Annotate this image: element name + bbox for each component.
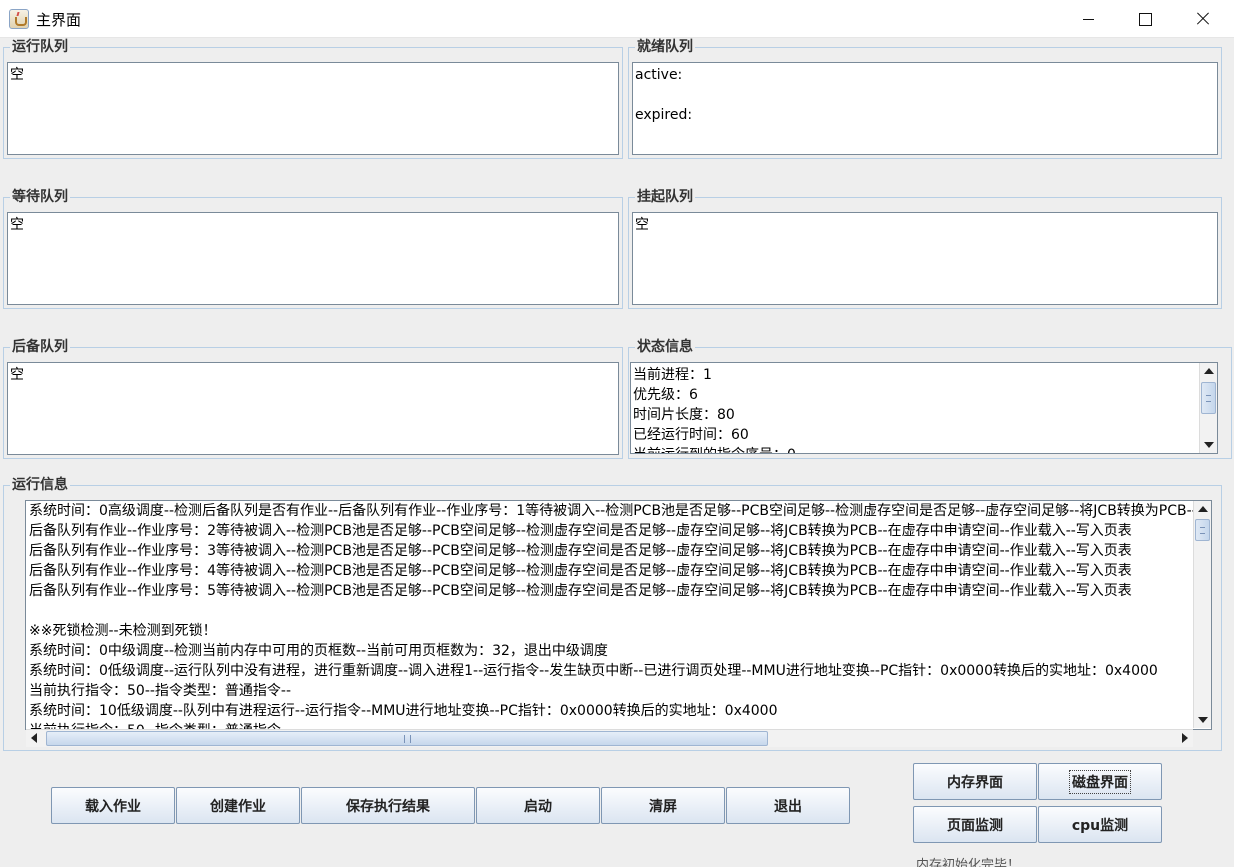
waiting-queue-textarea[interactable]: 空 — [7, 212, 619, 305]
run-info-vertical-scrollbar[interactable] — [1193, 501, 1211, 728]
suspended-queue-title: 挂起队列 — [635, 189, 695, 205]
disk-view-label: 磁盘界面 — [1069, 769, 1131, 794]
run-info-line: 后备队列有作业--作业序号：3等待被调入--检测PCB池是否足够--PCB空间足… — [29, 543, 1132, 559]
run-info-horizontal-scrollbar[interactable] — [26, 729, 1193, 747]
backup-queue-content: 空 — [10, 367, 24, 383]
java-cup-icon — [9, 9, 29, 29]
ready-queue-textarea[interactable]: active: expired: — [632, 62, 1218, 155]
page-monitor-label: 页面监测 — [947, 817, 1003, 834]
backup-queue-title: 后备队列 — [10, 339, 70, 355]
save-result-label: 保存执行结果 — [346, 798, 430, 815]
close-icon[interactable] — [1175, 0, 1233, 38]
running-queue-title: 运行队列 — [10, 39, 70, 55]
horizontal-scroll-thumb[interactable] — [46, 731, 768, 746]
run-info-line: 系统时间：10低级调度--队列中有进程运行--运行指令--MMU进行地址变换--… — [29, 703, 778, 719]
run-info-line: 后备队列有作业--作业序号：5等待被调入--检测PCB池是否足够--PCB空间足… — [29, 583, 1132, 599]
start-button[interactable]: 启动 — [476, 787, 600, 824]
ready-queue-line: expired: — [635, 107, 693, 123]
waiting-queue-title: 等待队列 — [10, 189, 70, 205]
run-info-line: 当前执行指令：50--指令类型：普通指令-- — [29, 683, 292, 699]
ready-queue-title: 就绪队列 — [635, 39, 695, 55]
scroll-up-icon[interactable] — [1194, 501, 1211, 517]
scroll-down-icon[interactable] — [1200, 437, 1217, 453]
cpu-monitor-label: cpu监测 — [1071, 817, 1129, 834]
scroll-right-icon[interactable] — [1175, 730, 1193, 747]
running-queue-content: 空 — [10, 67, 24, 83]
cpu-monitor-button[interactable]: cpu监测 — [1038, 806, 1162, 843]
scroll-thumb[interactable] — [1195, 519, 1210, 541]
run-info-line: 系统时间：0低级调度--运行队列中没有进程，进行重新调度--调入进程1--运行指… — [29, 663, 1158, 679]
title-bar: 主界面 — [0, 0, 1234, 38]
run-info-textarea[interactable]: 系统时间：0高级调度--检测后备队列是否有作业--后备队列有作业--作业序号：1… — [25, 500, 1212, 730]
run-info-line: ※※死锁检测--未检测到死锁！ — [29, 623, 217, 639]
run-info-line: 后备队列有作业--作业序号：4等待被调入--检测PCB池是否足够--PCB空间足… — [29, 563, 1132, 579]
load-job-label: 载入作业 — [85, 798, 141, 815]
maximize-icon[interactable] — [1116, 0, 1174, 38]
create-job-label: 创建作业 — [210, 798, 266, 815]
window-title: 主界面 — [36, 11, 82, 29]
create-job-button[interactable]: 创建作业 — [176, 787, 300, 824]
status-info-title: 状态信息 — [635, 339, 695, 355]
running-queue-textarea[interactable]: 空 — [7, 62, 619, 155]
clipped-status-text: 内存初始化完毕！ — [916, 858, 1021, 867]
scroll-left-icon[interactable] — [26, 730, 44, 747]
waiting-queue-content: 空 — [10, 217, 24, 233]
run-info-line: 后备队列有作业--作业序号：2等待被调入--检测PCB池是否足够--PCB空间足… — [29, 523, 1132, 539]
suspended-queue-textarea[interactable]: 空 — [632, 212, 1218, 305]
page-monitor-button[interactable]: 页面监测 — [913, 806, 1037, 843]
exit-label: 退出 — [774, 798, 802, 815]
status-line: 优先级：6 — [633, 387, 698, 403]
scroll-up-icon[interactable] — [1200, 363, 1217, 379]
clear-screen-button[interactable]: 清屏 — [601, 787, 725, 824]
status-info-textarea[interactable]: 当前进程：1 优先级：6 时间片长度：80 已经运行时间：60 当前运行到的指令… — [630, 362, 1218, 454]
start-label: 启动 — [524, 798, 552, 815]
scroll-thumb[interactable] — [1201, 382, 1216, 414]
status-line: 已经运行时间：60 — [633, 427, 749, 443]
ready-queue-line — [635, 85, 1215, 105]
ready-queue-line: active: — [635, 67, 683, 83]
status-line: 时间片长度：80 — [633, 407, 735, 423]
memory-view-button[interactable]: 内存界面 — [913, 763, 1037, 800]
suspended-queue-content: 空 — [635, 217, 649, 233]
clear-screen-label: 清屏 — [649, 798, 677, 815]
exit-button[interactable]: 退出 — [726, 787, 850, 824]
status-line: 当前进程：1 — [633, 367, 712, 383]
disk-view-button[interactable]: 磁盘界面 — [1038, 763, 1162, 800]
memory-view-label: 内存界面 — [947, 774, 1003, 791]
backup-queue-textarea[interactable]: 空 — [7, 362, 619, 455]
load-job-button[interactable]: 载入作业 — [51, 787, 175, 824]
scroll-down-icon[interactable] — [1194, 712, 1211, 728]
status-vertical-scrollbar[interactable] — [1199, 363, 1217, 453]
status-line: 当前运行到的指令序号：0 — [633, 445, 1197, 453]
run-info-title: 运行信息 — [10, 477, 70, 493]
run-info-line — [29, 601, 1189, 621]
minimize-icon[interactable] — [1060, 0, 1118, 38]
run-info-line: 系统时间：0中级调度--检测当前内存中可用的页框数--当前可用页框数为：32，退… — [29, 643, 608, 659]
run-info-line: 系统时间：0高级调度--检测后备队列是否有作业--后备队列有作业--作业序号：1… — [29, 503, 1197, 519]
save-result-button[interactable]: 保存执行结果 — [301, 787, 475, 824]
